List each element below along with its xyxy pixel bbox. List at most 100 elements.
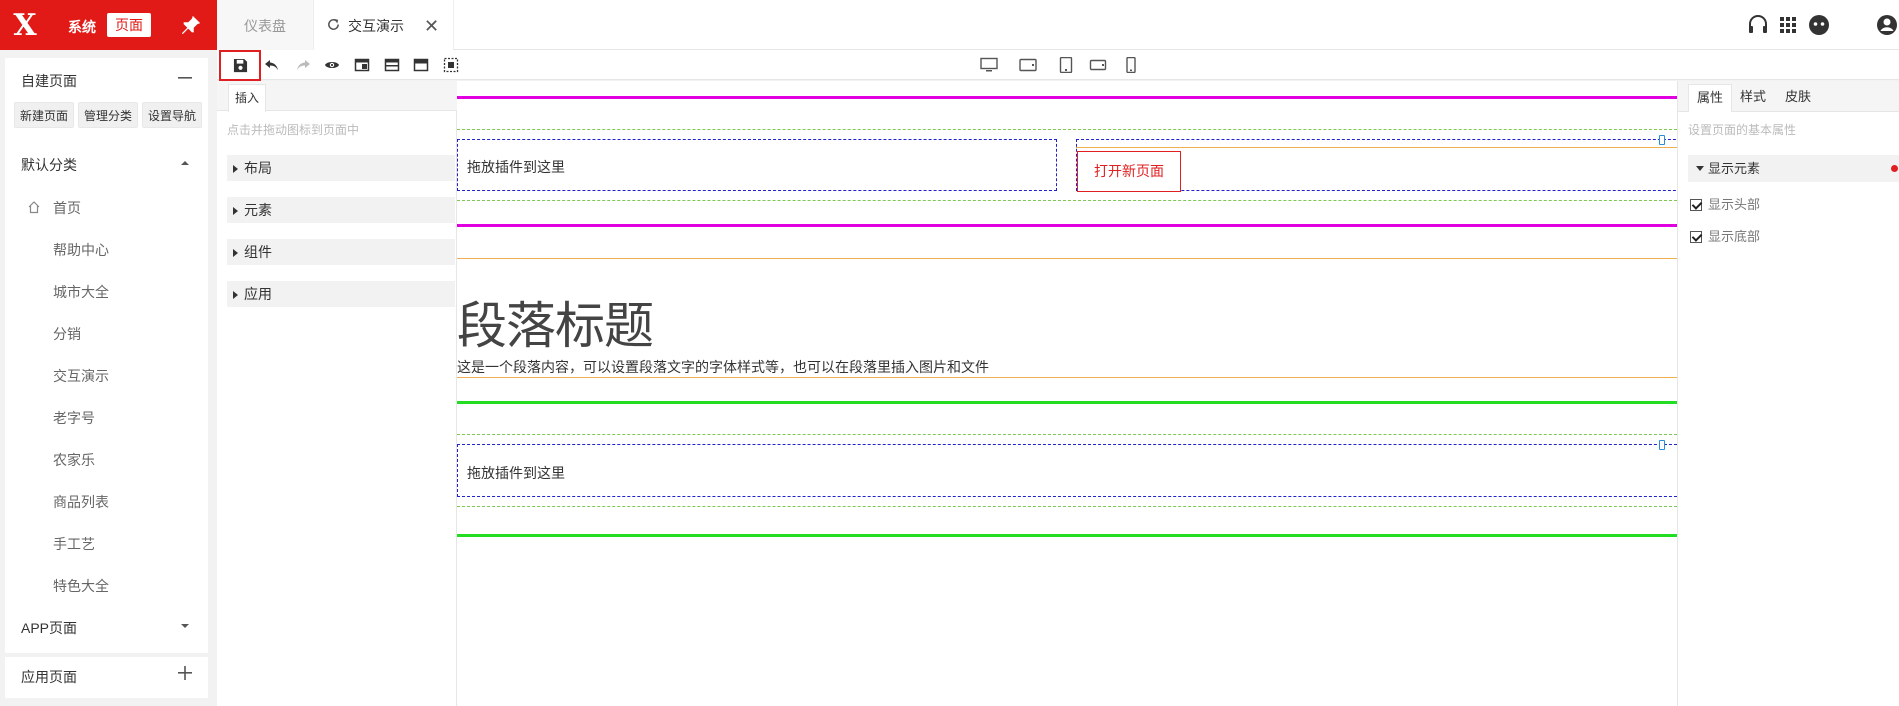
apps-grid-icon[interactable] (1776, 13, 1800, 37)
paragraph-body[interactable]: 这是一个段落内容，可以设置段落文字的字体样式等，也可以在段落里插入图片和文件 (457, 357, 989, 377)
checkbox-label: 显示底部 (1708, 229, 1761, 244)
system-label[interactable]: 系统 (68, 17, 96, 37)
row-boundary-line (457, 129, 1677, 130)
custom-pages-title[interactable]: 自建页面 (21, 71, 77, 91)
tablet-portrait-icon[interactable] (1058, 57, 1074, 73)
drop-hint: 拖放插件到这里 (467, 465, 565, 481)
caret-down-icon (1696, 166, 1704, 171)
tab-interactive-demo[interactable]: 交互演示 ✕ (314, 0, 454, 50)
show-header-option[interactable]: 显示头部 (1690, 194, 1760, 213)
sidebar-item-handicraft[interactable]: 手工艺 (53, 534, 95, 554)
minus-icon[interactable] (178, 71, 192, 85)
group-layout[interactable]: 布局 (227, 155, 455, 181)
tab-skins[interactable]: 皮肤 (1777, 84, 1819, 112)
page-canvas[interactable]: 拖放插件到这里 打开新页面 段落标题 这是一个段落内容，可以设置段落文字的字体样… (457, 81, 1677, 706)
tab-dashboard[interactable]: 仪表盘 (217, 0, 314, 50)
sidebar-item-interactive-demo[interactable]: 交互演示 (53, 366, 109, 386)
show-footer-checkbox[interactable] (1690, 231, 1702, 243)
layout-sidebar-icon[interactable] (354, 57, 370, 73)
paragraph-title[interactable]: 段落标题 (457, 286, 654, 358)
group-label: 组件 (244, 244, 272, 260)
sidebar-item-farm-stay[interactable]: 农家乐 (53, 450, 95, 470)
save-icon (233, 58, 248, 73)
group-label: 元素 (244, 202, 272, 218)
tablet-landscape-icon[interactable] (1019, 57, 1037, 73)
drop-zone[interactable]: 拖放插件到这里 (457, 444, 1677, 497)
sidebar-item-product-list[interactable]: 商品列表 (53, 492, 109, 512)
row-boundary-line (457, 506, 1677, 507)
editor-toolbar (217, 50, 1899, 81)
nav-settings-button[interactable]: 设置导航 (142, 102, 203, 128)
caret-up-icon[interactable] (178, 156, 192, 170)
row-boundary-line (457, 200, 1677, 201)
preview-eye-icon[interactable] (324, 57, 340, 73)
layout-header-icon[interactable] (413, 57, 429, 73)
caret-right-icon (233, 249, 238, 257)
drop-hint: 拖放插件到这里 (467, 159, 565, 175)
sidebar-item-help[interactable]: 帮助中心 (53, 240, 109, 260)
resize-handle-icon[interactable] (1659, 135, 1665, 145)
refresh-icon[interactable] (326, 17, 341, 32)
manage-category-button[interactable]: 管理分类 (78, 102, 139, 128)
footer-boundary-line (457, 534, 1677, 537)
row-boundary-line (457, 434, 1677, 435)
tab-insert[interactable]: 插入 (228, 84, 266, 112)
caret-right-icon (233, 165, 238, 173)
caret-right-icon (233, 207, 238, 215)
group-apps[interactable]: 应用 (227, 281, 455, 307)
section-boundary-line (457, 401, 1677, 404)
tab-styles[interactable]: 样式 (1732, 84, 1774, 112)
group-label: 布局 (244, 160, 272, 176)
phone-landscape-icon[interactable] (1089, 57, 1107, 73)
application-pages-title[interactable]: 应用页面 (21, 667, 77, 687)
button-boundary-line (1076, 147, 1677, 148)
resize-handle-icon[interactable] (1659, 440, 1665, 450)
show-footer-option[interactable]: 显示底部 (1690, 226, 1760, 245)
caret-right-icon (233, 291, 238, 299)
tab-label: 交互演示 (348, 18, 404, 34)
face-icon[interactable] (1807, 13, 1831, 37)
logo[interactable]: X (8, 8, 42, 43)
caret-down-icon[interactable] (178, 619, 192, 633)
sidebar-item-cities[interactable]: 城市大全 (53, 282, 109, 302)
sidebar-item-specialties[interactable]: 特色大全 (53, 576, 109, 596)
new-page-button[interactable]: 新建页面 (14, 102, 75, 128)
group-label: 应用 (244, 286, 272, 302)
pin-icon[interactable] (180, 14, 202, 36)
headset-icon[interactable] (1746, 13, 1770, 37)
plus-icon[interactable] (178, 666, 192, 680)
group-elements[interactable]: 元素 (227, 197, 455, 223)
phone-portrait-icon[interactable] (1123, 57, 1139, 73)
desktop-icon[interactable] (980, 57, 998, 73)
insert-hint: 点击并拖动图标到页面中 (227, 123, 360, 137)
checkbox-label: 显示头部 (1708, 197, 1761, 212)
save-button[interactable] (219, 50, 261, 81)
user-icon[interactable] (1875, 13, 1899, 37)
default-category-title[interactable]: 默认分类 (21, 155, 77, 175)
property-hint: 设置页面的基本属性 (1688, 123, 1797, 137)
home-icon (27, 200, 41, 214)
sidebar-item-distribution[interactable]: 分销 (53, 324, 81, 344)
app-pages-title[interactable]: APP页面 (21, 618, 77, 638)
display-elements-section[interactable]: 显示元素 (1688, 155, 1899, 182)
layout-top-icon[interactable] (384, 57, 400, 73)
redo-icon[interactable] (295, 57, 311, 73)
paragraph-boundary-line (457, 377, 1677, 378)
select-region-icon[interactable] (443, 57, 459, 73)
group-components[interactable]: 组件 (227, 239, 455, 265)
section-title: 显示元素 (1708, 161, 1761, 176)
sidebar-item-old-brands[interactable]: 老字号 (53, 408, 95, 428)
brand-bar: X 系统 页面 (0, 0, 217, 50)
drop-zone[interactable]: 拖放插件到这里 (457, 139, 1057, 191)
undo-icon[interactable] (264, 57, 280, 73)
application-pages-card: 应用页面 (5, 653, 208, 698)
custom-pages-card: 自建页面 新建页面 管理分类 设置导航 默认分类 首页 帮助中心 城市大全 分销… (5, 58, 208, 653)
close-tab-icon[interactable]: ✕ (424, 0, 439, 52)
open-new-page-button[interactable]: 打开新页面 (1077, 151, 1181, 192)
sidebar-item-home[interactable]: 首页 (53, 198, 81, 218)
tab-properties[interactable]: 属性 (1688, 84, 1733, 112)
page-label[interactable]: 页面 (107, 13, 151, 37)
show-header-checkbox[interactable] (1690, 199, 1702, 211)
status-dot (1891, 165, 1898, 172)
tab-bar: 仪表盘 交互演示 ✕ (217, 0, 1899, 50)
